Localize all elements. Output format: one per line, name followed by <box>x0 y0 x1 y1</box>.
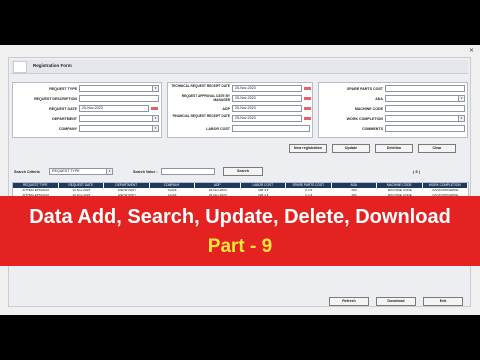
chevron-down-icon[interactable]: ▾ <box>152 126 158 131</box>
download-button[interactable]: Download <box>376 297 416 306</box>
label-ada: ADA <box>375 97 383 101</box>
ada-select[interactable]: ▾ <box>385 95 465 102</box>
exit-button[interactable]: Exit <box>423 297 463 306</box>
financial-receipt-date-input[interactable]: 25-Nov-2023 <box>232 115 302 122</box>
mid-panel: TECHNICAL REQUEST RECEIPT DATE 25-Nov-20… <box>167 82 313 138</box>
chevron-down-icon[interactable]: ▾ <box>106 169 112 174</box>
banner-title: Data Add, Search, Update, Delete, Downlo… <box>29 206 451 228</box>
label-request-date: REQUEST DATE <box>49 107 77 111</box>
clear-button[interactable]: Clear <box>418 144 456 153</box>
form-titlebar: Registration Form <box>11 60 468 74</box>
spare-parts-cost-input[interactable] <box>385 85 465 92</box>
label-comments: COMMENTS <box>362 127 383 131</box>
chevron-down-icon[interactable]: ▾ <box>152 86 158 91</box>
label-company: COMPANY <box>58 127 77 131</box>
registration-form: Registration Form REQUEST TYPE ▾ REQUEST… <box>8 57 471 307</box>
calendar-icon[interactable] <box>151 107 158 110</box>
calendar-icon[interactable] <box>304 87 311 90</box>
form-title: Registration Form <box>33 63 72 68</box>
request-description-input[interactable] <box>79 95 159 102</box>
left-panel: REQUEST TYPE ▾ REQUEST DESCRIPTION REQUE… <box>12 82 162 138</box>
label-labor-cost: LABOR COST <box>206 127 230 131</box>
close-icon[interactable]: × <box>469 47 474 54</box>
label-request-type: REQUEST TYPE <box>49 87 77 91</box>
right-panel: SPARE PARTS COST ADA ▾ MACHINE CODE WORK… <box>318 82 468 138</box>
request-type-select[interactable]: ▾ <box>79 85 159 92</box>
result-count: ( 6 ) <box>413 169 421 174</box>
chevron-down-icon[interactable]: ▾ <box>152 116 158 121</box>
label-department: DEPARTMENT <box>52 117 77 121</box>
chevron-down-icon[interactable]: ▾ <box>458 96 464 101</box>
technical-receipt-date-input[interactable]: 25-Nov-2023 <box>232 85 302 92</box>
search-value-label: Search Value : <box>133 170 158 174</box>
calendar-icon[interactable] <box>304 97 311 100</box>
deletion-button[interactable]: Deletion <box>375 144 413 153</box>
label-machine-code: MACHINE CODE <box>354 107 383 111</box>
approval-date-input[interactable]: 25-Nov-2023 <box>232 95 302 102</box>
new-registration-button[interactable]: New registration <box>289 144 327 153</box>
search-criteria-select[interactable]: REQUEST TYPE ▾ <box>49 168 113 175</box>
label-adp: ADP <box>222 107 230 111</box>
label-financial-receipt-date: FINANCIAL REQUEST RECEIPT DATE <box>172 114 230 118</box>
calendar-icon[interactable] <box>304 117 311 120</box>
machine-code-input[interactable] <box>385 105 465 112</box>
title-banner: Data Add, Search, Update, Delete, Downlo… <box>0 196 480 266</box>
label-technical-receipt-date: TECHNICAL REQUEST RECEIPT DATE <box>171 84 230 88</box>
calendar-icon[interactable] <box>304 107 311 110</box>
label-spare-parts-cost: SPARE PARTS COST <box>346 87 383 91</box>
search-button[interactable]: Search <box>223 167 263 176</box>
department-select[interactable]: ▾ <box>79 115 159 122</box>
request-date-input[interactable]: 25-Nov-2023 <box>79 105 149 112</box>
app-window: × Registration Form REQUEST TYPE ▾ REQUE… <box>0 45 480 315</box>
label-approval-date: REQUEST APPROVAL DATE BY MANAGER <box>181 94 230 102</box>
banner-part: Part - 9 <box>207 236 273 257</box>
chevron-down-icon[interactable]: ▾ <box>458 116 464 121</box>
label-request-description: REQUEST DESCRIPTION <box>34 97 77 101</box>
work-completion-select[interactable]: ▾ <box>385 115 465 122</box>
adp-input[interactable]: 25-Nov-2023 <box>232 105 302 112</box>
label-work-completion: WORK COMPLETION <box>346 117 383 121</box>
form-icon <box>13 61 27 73</box>
labor-cost-input[interactable] <box>232 125 310 132</box>
search-criteria-label: Search Criteria <box>14 170 40 174</box>
update-button[interactable]: Update <box>332 144 370 153</box>
company-select[interactable]: ▾ <box>79 125 159 132</box>
refresh-button[interactable]: Refresh <box>329 297 369 306</box>
search-value-input[interactable] <box>161 168 215 175</box>
comments-input[interactable] <box>385 125 465 132</box>
